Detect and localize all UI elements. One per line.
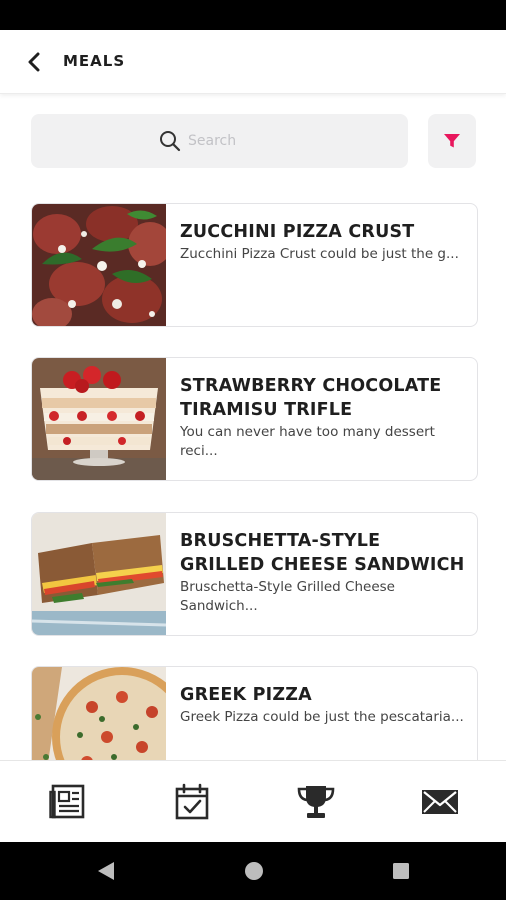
meal-description: You can never have too many dessert reci… bbox=[180, 424, 435, 459]
filter-button[interactable] bbox=[428, 114, 476, 168]
meal-card[interactable]: STRAWBERRY CHOCOLATE TIRAMISU TRIFLE You… bbox=[31, 357, 478, 481]
tab-messages[interactable] bbox=[415, 777, 465, 827]
meal-image bbox=[32, 204, 166, 326]
trophy-icon bbox=[297, 786, 335, 818]
calendar-check-icon bbox=[175, 783, 209, 820]
newspaper-icon bbox=[49, 784, 85, 819]
meal-description: Bruschetta-Style Grilled Cheese Sandwich… bbox=[180, 579, 395, 614]
app-header: MEALS bbox=[0, 30, 506, 94]
square-recents-icon bbox=[393, 863, 409, 879]
meal-description: Zucchini Pizza Crust could be just the g… bbox=[180, 246, 459, 262]
search-input[interactable] bbox=[188, 128, 388, 154]
filter-icon bbox=[444, 134, 460, 148]
search-bar[interactable] bbox=[31, 114, 408, 168]
meal-card[interactable]: BRUSCHETTA-STYLE GRILLED CHEESE SANDWICH… bbox=[31, 512, 478, 636]
status-bar bbox=[0, 0, 506, 30]
tab-calendar[interactable] bbox=[167, 777, 217, 827]
nav-recents-button[interactable] bbox=[389, 859, 413, 883]
chevron-left-icon bbox=[28, 52, 40, 72]
bottom-tab-bar bbox=[0, 760, 506, 842]
nav-back-button[interactable] bbox=[94, 859, 118, 883]
meal-image bbox=[32, 358, 166, 480]
meal-image bbox=[32, 513, 166, 635]
page-title: MEALS bbox=[63, 52, 126, 70]
meal-title: STRAWBERRY CHOCOLATE TIRAMISU TRIFLE bbox=[180, 376, 442, 420]
tab-trophy[interactable] bbox=[291, 777, 341, 827]
search-icon bbox=[160, 131, 181, 152]
meal-title: BRUSCHETTA-STYLE GRILLED CHEESE SANDWICH bbox=[180, 531, 465, 575]
triangle-back-icon bbox=[98, 862, 114, 880]
circle-home-icon bbox=[245, 862, 263, 880]
meal-card[interactable]: ZUCCHINI PIZZA CRUST Zucchini Pizza Crus… bbox=[31, 203, 478, 327]
meal-description: Greek Pizza could be just the pescataria… bbox=[180, 709, 464, 725]
tab-news[interactable] bbox=[43, 777, 93, 827]
envelope-icon bbox=[422, 790, 458, 814]
meal-title: GREEK PIZZA bbox=[180, 685, 312, 705]
meal-title: ZUCCHINI PIZZA CRUST bbox=[180, 222, 415, 242]
system-navigation-bar bbox=[0, 842, 506, 900]
nav-home-button[interactable] bbox=[242, 859, 266, 883]
back-button[interactable] bbox=[20, 48, 48, 76]
